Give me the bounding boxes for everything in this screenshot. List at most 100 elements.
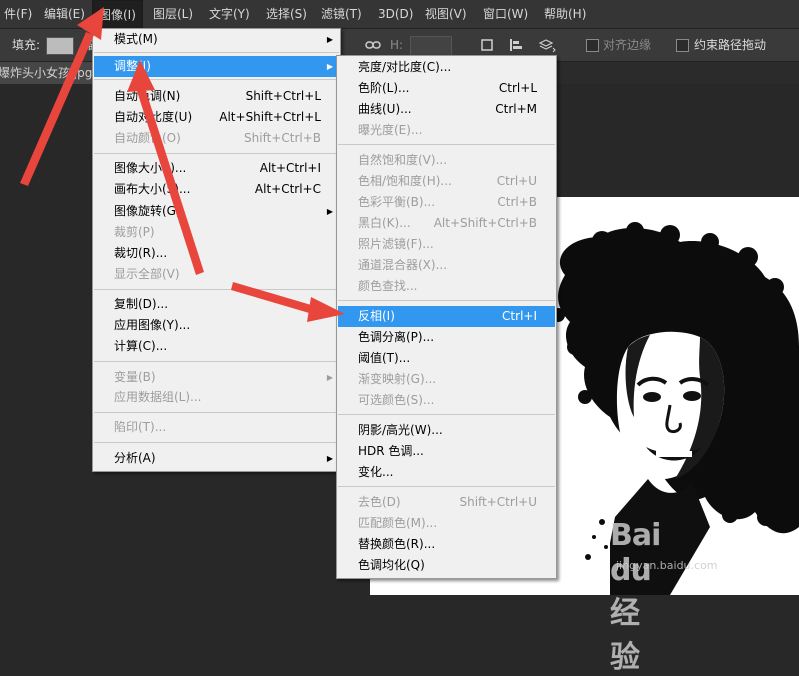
menu-window[interactable]: 窗口(W) xyxy=(477,0,534,28)
separator xyxy=(94,79,339,80)
menu-item-apply-image[interactable]: 应用图像(Y)... xyxy=(94,315,339,336)
link-icon[interactable] xyxy=(365,37,381,53)
submenu-arrow-icon: ▶ xyxy=(326,373,333,382)
image-menu: 模式(M) ▶ 调整(J) ▶ 自动色调(N) Shift+Ctrl+L 自动对比度(… xyxy=(92,28,341,472)
menu-item-label: 模式(M) xyxy=(114,32,158,46)
menu-item-label: 陷印(T)... xyxy=(114,420,167,434)
menu-edit[interactable]: 编辑(E) xyxy=(38,0,91,28)
menu-item-auto-contrast[interactable]: 自动对比度(U) Alt+Shift+Ctrl+L xyxy=(94,107,339,128)
menu-item-label: 可选颜色(S)... xyxy=(358,393,435,407)
submenu-arrow-icon: ▶ xyxy=(326,35,333,44)
menu-item-channel-mixer: 通道混合器(X)... xyxy=(338,255,555,276)
separator xyxy=(94,412,339,413)
menu-item-label: HDR 色调... xyxy=(358,444,424,458)
menu-item-image-rotation[interactable]: 图像旋转(G) ▶ xyxy=(94,201,339,222)
menu-item-label: 自然饱和度(V)... xyxy=(358,153,448,167)
separator xyxy=(94,289,339,290)
path-alignment-icon[interactable] xyxy=(508,37,524,53)
menu-item-replace-color[interactable]: 替换颜色(R)... xyxy=(338,534,555,555)
submenu-arrow-icon: ▶ xyxy=(326,454,333,463)
menu-item-label: 照片滤镜(F)... xyxy=(358,237,434,251)
menu-item-shortcut: Shift+Ctrl+B xyxy=(244,131,321,145)
menu-item-label: 裁切(R)... xyxy=(114,246,168,260)
menu-item-shortcut: Alt+Ctrl+C xyxy=(254,182,321,196)
menu-filter[interactable]: 滤镜(T) xyxy=(315,0,368,28)
align-edges-checkbox[interactable] xyxy=(586,39,599,52)
menu-item-brightness-contrast[interactable]: 亮度/对比度(C)... xyxy=(338,57,555,78)
menu-item-desaturate: 去色(D) Shift+Ctrl+U xyxy=(338,492,555,513)
menu-item-hue-saturation: 色相/饱和度(H)... Ctrl+U xyxy=(338,171,555,192)
menu-item-selective-color: 可选颜色(S)... xyxy=(338,390,555,411)
constrain-path-checkbox[interactable] xyxy=(676,39,689,52)
menu-item-label: 计算(C)... xyxy=(114,339,168,353)
separator xyxy=(94,153,339,154)
menu-item-mode[interactable]: 模式(M) ▶ xyxy=(94,29,339,50)
separator xyxy=(94,442,339,443)
menu-item-shadows-highlights[interactable]: 阴影/高光(W)... xyxy=(338,420,555,441)
menu-item-label: 色阶(L)... xyxy=(358,81,410,95)
menu-item-label: 显示全部(V) xyxy=(114,267,180,281)
menu-item-label: 阈值(T)... xyxy=(358,351,411,365)
menu-item-shortcut: Alt+Ctrl+I xyxy=(259,161,321,175)
menu-item-equalize[interactable]: 色调均化(Q) xyxy=(338,555,555,576)
separator xyxy=(94,361,339,362)
menu-select[interactable]: 选择(S) xyxy=(260,0,313,28)
watermark-brand: Bai du 经验 xyxy=(610,518,661,675)
menu-help[interactable]: 帮助(H) xyxy=(538,0,592,28)
path-operations-icon[interactable] xyxy=(479,37,495,53)
menu-item-canvas-size[interactable]: 画布大小(S)... Alt+Ctrl+C xyxy=(94,179,339,200)
submenu-arrow-icon: ▶ xyxy=(326,62,333,71)
menu-item-label: 应用数据组(L)... xyxy=(114,390,202,404)
fill-swatch[interactable] xyxy=(46,37,74,55)
menu-item-image-size[interactable]: 图像大小(I)... Alt+Ctrl+I xyxy=(94,158,339,179)
menu-item-invert[interactable]: 反相(I) Ctrl+I xyxy=(338,306,555,327)
menu-item-label: 色相/饱和度(H)... xyxy=(358,174,452,188)
document-tab[interactable]: 爆炸头小女孩.jpg xyxy=(0,62,97,84)
menu-type[interactable]: 文字(Y) xyxy=(203,0,256,28)
menu-item-exposure: 曝光度(E)... xyxy=(338,120,555,141)
menu-item-label: 复制(D)... xyxy=(114,297,169,311)
watermark-url: jingyan.baidu.com xyxy=(616,559,718,572)
height-field[interactable] xyxy=(410,36,452,56)
submenu-arrow-icon: ▶ xyxy=(326,207,333,216)
menu-view[interactable]: 视图(V) xyxy=(419,0,473,28)
menu-item-levels[interactable]: 色阶(L)... Ctrl+L xyxy=(338,78,555,99)
menu-item-trim[interactable]: 裁切(R)... xyxy=(94,243,339,264)
menu-item-curves[interactable]: 曲线(U)... Ctrl+M xyxy=(338,99,555,120)
menu-item-label: 色调分离(P)... xyxy=(358,330,435,344)
menu-item-shortcut: Shift+Ctrl+U xyxy=(459,495,537,509)
menu-item-shortcut: Ctrl+I xyxy=(502,309,537,323)
menu-file[interactable]: 件(F) xyxy=(0,0,38,28)
menu-item-shortcut: Ctrl+M xyxy=(495,102,537,116)
menu-layer[interactable]: 图层(L) xyxy=(147,0,199,28)
menu-item-label: 曝光度(E)... xyxy=(358,123,423,137)
menu-3d[interactable]: 3D(D) xyxy=(372,0,419,28)
path-arrangement-icon[interactable] xyxy=(538,37,556,53)
separator xyxy=(338,144,555,145)
menu-item-analysis[interactable]: 分析(A) ▶ xyxy=(94,448,339,469)
menu-item-label: 渐变映射(G)... xyxy=(358,372,437,386)
menu-bar: 件(F) 编辑(E) 图像(I) 图层(L) 文字(Y) 选择(S) 滤镜(T)… xyxy=(0,0,799,29)
menu-item-auto-tone[interactable]: 自动色调(N) Shift+Ctrl+L xyxy=(94,86,339,107)
menu-item-label: 变量(B) xyxy=(114,370,156,384)
menu-image[interactable]: 图像(I) xyxy=(92,0,143,29)
menu-item-hdr-toning[interactable]: HDR 色调... xyxy=(338,441,555,462)
menu-item-threshold[interactable]: 阈值(T)... xyxy=(338,348,555,369)
menu-item-adjustments[interactable]: 调整(J) ▶ xyxy=(94,56,339,77)
constrain-path-label: 约束路径拖动 xyxy=(694,38,767,52)
menu-item-duplicate[interactable]: 复制(D)... xyxy=(94,294,339,315)
menu-item-vibrance: 自然饱和度(V)... xyxy=(338,150,555,171)
menu-item-reveal-all: 显示全部(V) xyxy=(94,264,339,285)
document-tab-title: 爆炸头小女孩.jpg xyxy=(0,66,93,80)
menu-item-label: 自动对比度(U) xyxy=(114,110,193,124)
menu-item-label: 色彩平衡(B)... xyxy=(358,195,436,209)
align-edges-label: 对齐边缘 xyxy=(603,38,652,52)
menu-item-label: 自动颜色(O) xyxy=(114,131,181,145)
separator xyxy=(94,52,339,53)
menu-item-shortcut: Ctrl+B xyxy=(497,195,537,209)
menu-item-calculations[interactable]: 计算(C)... xyxy=(94,336,339,357)
menu-item-variations[interactable]: 变化... xyxy=(338,462,555,483)
menu-item-label: 黑白(K)... xyxy=(358,216,411,230)
menu-item-posterize[interactable]: 色调分离(P)... xyxy=(338,327,555,348)
menu-item-label: 应用图像(Y)... xyxy=(114,318,191,332)
